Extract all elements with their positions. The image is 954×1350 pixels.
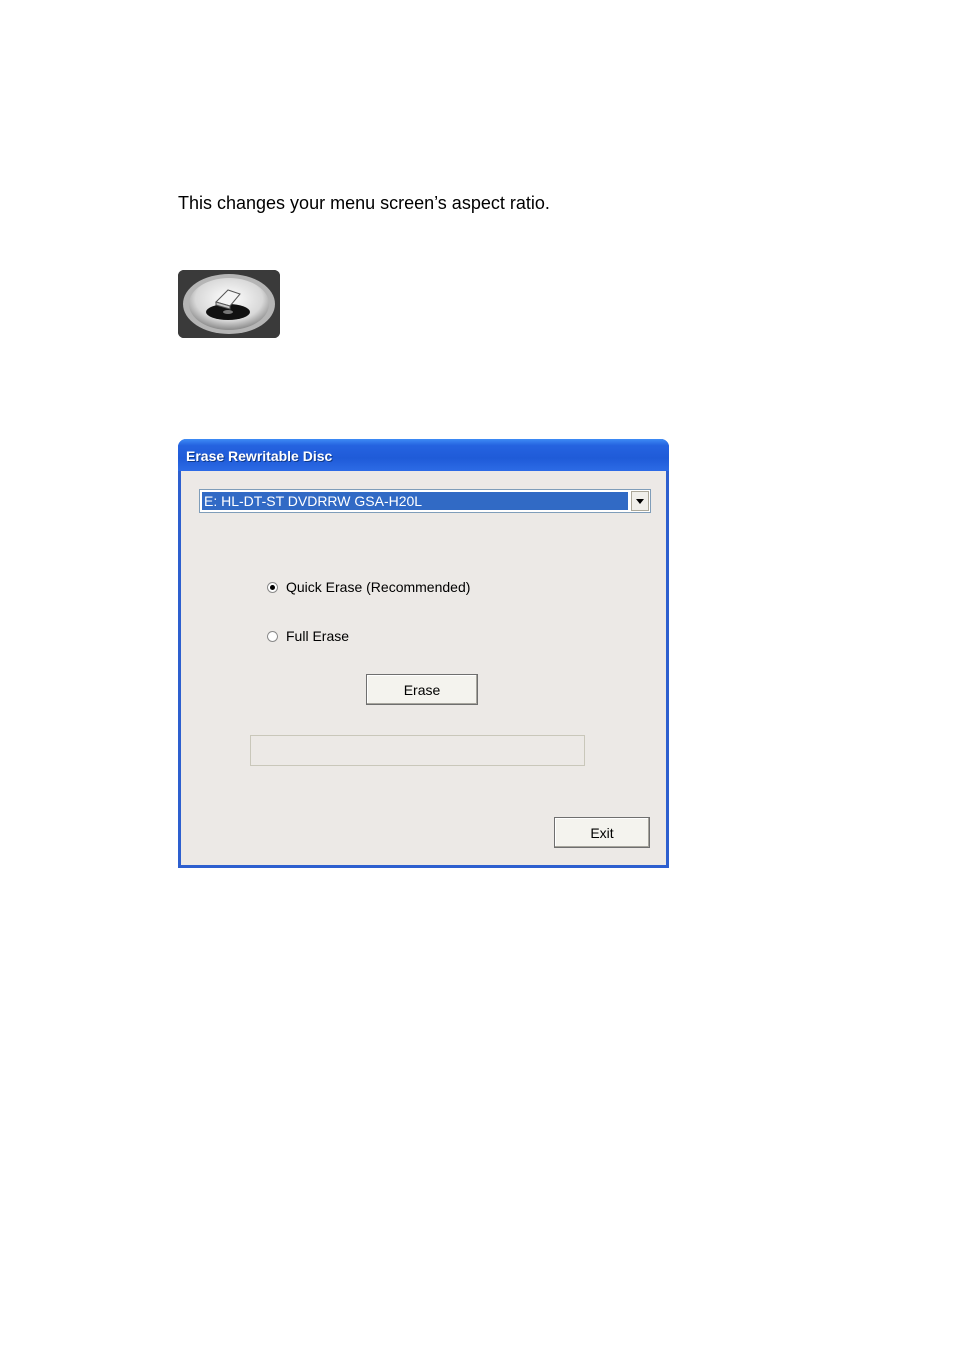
dialog-title: Erase Rewritable Disc [186,448,333,464]
erase-disc-dialog: Erase Rewritable Disc E: HL-DT-ST DVDRRW… [178,439,669,868]
drive-select[interactable]: E: HL-DT-ST DVDRRW GSA-H20L [199,489,651,513]
radio-selected-dot [270,585,275,590]
erase-progress-bar [250,735,585,766]
dropdown-button[interactable] [631,491,649,511]
intro-text: This changes your menu screen’s aspect r… [178,193,550,213]
full-erase-label: Full Erase [286,628,350,644]
disc-eraser-icon[interactable] [178,270,280,338]
drive-select-value: E: HL-DT-ST DVDRRW GSA-H20L [202,492,628,510]
dialog-client-area: E: HL-DT-ST DVDRRW GSA-H20L Quick Erase … [181,471,666,865]
full-erase-radio[interactable] [267,631,278,642]
erase-button[interactable]: Erase [366,674,478,705]
exit-button[interactable]: Exit [554,817,650,848]
quick-erase-radio[interactable] [267,582,278,593]
chevron-down-icon [636,499,644,504]
quick-erase-label: Quick Erase (Recommended) [286,579,471,595]
dialog-title-bar[interactable]: Erase Rewritable Disc [178,439,669,471]
